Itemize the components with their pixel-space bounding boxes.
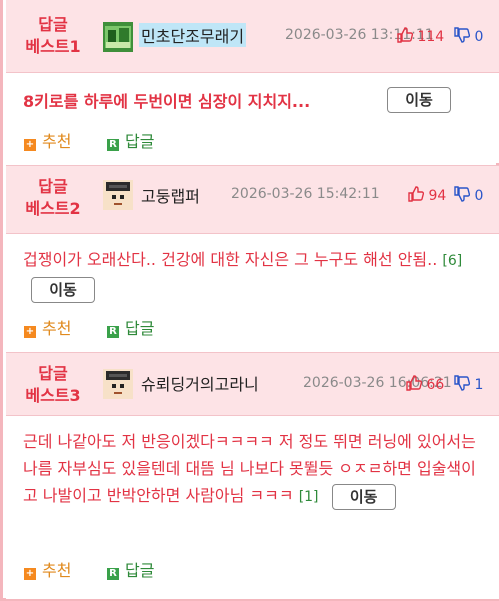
- avatar[interactable]: [103, 22, 133, 52]
- reply-body: 겁쟁이가 오래산다.. 건강에 대한 자신은 그 누구도 해선 안됨.. [6]…: [6, 234, 499, 353]
- thumbs-down-icon: [454, 27, 470, 43]
- reply-text: 근데 나같아도 저 반응이겠다ㅋㅋㅋㅋ 저 정도 뛰면 러닝에 있어서는 나름 …: [23, 428, 485, 511]
- like-count[interactable]: 94: [408, 186, 446, 204]
- avatar[interactable]: [103, 180, 133, 210]
- best-badge: 답글 베스트3: [25, 364, 81, 405]
- best-replies-panel: 답글 베스트1 민초단조무래기 2026-03-26 13:11:11 114 …: [0, 0, 499, 601]
- r-square-icon: R: [107, 139, 119, 151]
- plus-square-icon: +: [24, 139, 36, 151]
- thumbs-up-icon: [406, 375, 422, 391]
- dislike-count[interactable]: 0: [454, 186, 483, 204]
- best-reply-card-2: 답글 베스트2 고둥랩퍼 2026-03-26 15:42:11 94 0 겁쟁…: [6, 166, 499, 353]
- best-badge: 답글 베스트1: [25, 15, 81, 56]
- reply-header: 답글 베스트1 민초단조무래기 2026-03-26 13:11:11 114 …: [6, 0, 499, 73]
- author-nickname[interactable]: 고둥랩퍼: [141, 183, 200, 207]
- reply-button[interactable]: R 답글: [107, 314, 154, 344]
- post-date: 2026-03-26 15:42:11: [231, 186, 380, 202]
- recommend-button[interactable]: + 추천: [24, 314, 71, 344]
- move-button[interactable]: 이동: [387, 87, 451, 113]
- reply-actions: + 추천 R 답글: [6, 127, 499, 157]
- dislike-count[interactable]: 1: [454, 375, 483, 393]
- reply-count: [1]: [298, 489, 319, 505]
- author-nickname[interactable]: 민초단조무래기: [139, 23, 247, 47]
- author-nickname[interactable]: 슈뢰딩거의고라니: [141, 371, 259, 395]
- best-reply-card-1: 답글 베스트1 민초단조무래기 2026-03-26 13:11:11 114 …: [6, 0, 499, 163]
- reply-button[interactable]: R 답글: [107, 556, 154, 586]
- reply-count: [6]: [442, 253, 463, 269]
- best-reply-card-3: 답글 베스트3 슈뢰딩거의고라니 2026-03-26 16:06:21 66 …: [6, 353, 499, 599]
- like-count[interactable]: 114: [397, 27, 444, 45]
- avatar[interactable]: [103, 369, 133, 399]
- move-button[interactable]: 이동: [31, 276, 95, 303]
- recommend-button[interactable]: + 추천: [24, 127, 71, 157]
- reply-header: 답글 베스트2 고둥랩퍼 2026-03-26 15:42:11 94 0: [6, 166, 499, 234]
- like-count[interactable]: 66: [406, 375, 444, 393]
- thumbs-down-icon: [454, 186, 470, 202]
- dislike-count[interactable]: 0: [454, 27, 483, 45]
- r-square-icon: R: [107, 326, 119, 338]
- plus-square-icon: +: [24, 326, 36, 338]
- reply-button[interactable]: R 답글: [107, 127, 154, 157]
- reply-text: 겁쟁이가 오래산다.. 건강에 대한 자신은 그 누구도 해선 안됨.. [6]…: [23, 246, 485, 303]
- reply-actions: + 추천 R 답글: [6, 314, 499, 344]
- recommend-button[interactable]: + 추천: [24, 556, 71, 586]
- reply-body: 8키로를 하루에 두번이면 심장이 지치지... 이동 + 추천 R 답글: [6, 73, 499, 163]
- thumbs-up-icon: [408, 186, 424, 202]
- reply-body: 근데 나같아도 저 반응이겠다ㅋㅋㅋㅋ 저 정도 뛰면 러닝에 있어서는 나름 …: [6, 416, 499, 599]
- r-square-icon: R: [107, 568, 119, 580]
- plus-square-icon: +: [24, 568, 36, 580]
- reply-header: 답글 베스트3 슈뢰딩거의고라니 2026-03-26 16:06:21 66 …: [6, 353, 499, 416]
- thumbs-down-icon: [454, 375, 470, 391]
- move-button[interactable]: 이동: [331, 483, 396, 510]
- reply-actions: + 추천 R 답글: [6, 556, 499, 586]
- best-badge: 답글 베스트2: [25, 177, 81, 218]
- thumbs-up-icon: [397, 27, 413, 43]
